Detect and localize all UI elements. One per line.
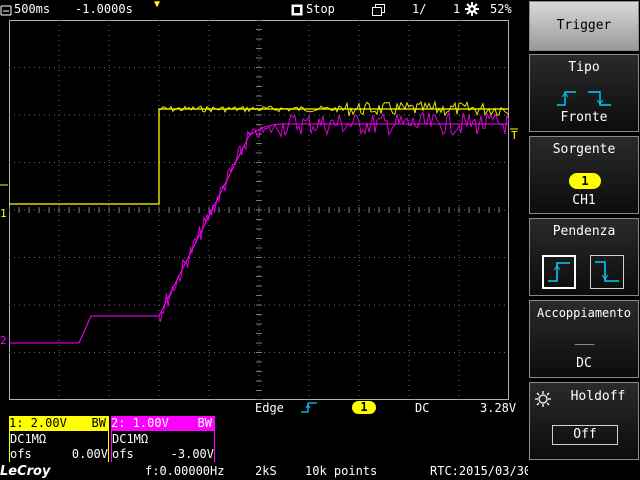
ch1-coupling: DC1MΩ (10, 432, 47, 446)
sample-rate: 2kS (255, 464, 277, 478)
trigger-type: Edge (255, 401, 284, 415)
trigger-info[interactable]: Edge 1 DC 3.28V (255, 401, 525, 417)
graticule (9, 20, 509, 400)
menu-holdoff-button[interactable]: Holdoff Off (529, 382, 639, 460)
bottom-status-bar: LeCroy f:0.00000Hz 2kS 10k points RTC:20… (0, 463, 596, 480)
ch2-scale: 2: 1.00V (111, 416, 169, 430)
ch2-offset-label: ofs (112, 447, 134, 461)
menu-pendenza-button[interactable]: Pendenza (529, 218, 639, 296)
softkey-panel: Trigger Tipo Fronte Sorgente 1 CH1 Pende… (528, 0, 640, 480)
ch2-bw: BW (197, 416, 212, 430)
waveform-display[interactable] (9, 20, 509, 400)
ch2-offset: -3.00V (170, 447, 214, 461)
ch1-waveform (9, 108, 509, 205)
ch1-level-marker[interactable]: 1 (0, 184, 9, 220)
holdoff-value-field[interactable]: Off (552, 425, 618, 445)
falling-slope-icon (595, 261, 619, 282)
ch2-info-box[interactable]: 2: 1.00V BW DC1MΩ ofs -3.00V (111, 416, 215, 462)
top-status-bar: 500ms -1.0000s ▼ Stop 1/ 1 52% (0, 0, 527, 18)
ch1-offset: 0.00V (71, 447, 108, 461)
stop-icon (291, 3, 303, 21)
edge-type-icon (556, 88, 612, 112)
battery-level: 52% (490, 2, 512, 16)
ch1-offset-label: ofs (10, 447, 32, 461)
record-length: 10k points (305, 464, 378, 478)
rising-edge-icon (300, 401, 318, 417)
brand-logo: LeCroy (0, 464, 51, 479)
rising-slope-icon (548, 262, 570, 282)
ch1-scale: 1: 2.00V (9, 416, 67, 430)
settings-icon (465, 2, 479, 21)
sequence-total: 1 (453, 2, 461, 16)
trigger-channel-badge: 1 (352, 401, 376, 414)
ch1-bw: BW (91, 416, 106, 430)
timebase-icon (0, 3, 12, 16)
trigger-level: 3.28V (480, 401, 517, 415)
ch2-coupling: DC1MΩ (112, 432, 149, 446)
delay-readout[interactable]: -1.0000s (75, 0, 133, 18)
source-channel-badge: 1 (569, 173, 601, 189)
menu-sorgente-button[interactable]: Sorgente 1 CH1 (529, 136, 639, 214)
sequence-icon (372, 3, 386, 21)
timebase-readout[interactable]: 500ms (14, 0, 50, 18)
dc-coupling-icon: ___ (574, 331, 595, 345)
ch2-noise-band (158, 111, 509, 322)
slope-falling-option[interactable] (590, 255, 624, 289)
ch2-level-marker[interactable]: 2 (0, 334, 9, 350)
trigger-level-marker[interactable]: T (510, 126, 524, 146)
ch1-info-box[interactable]: 1: 2.00V BW DC1MΩ ofs 0.00V (9, 416, 109, 462)
trigger-position-marker: ▼ (154, 0, 161, 10)
menu-tipo-button[interactable]: Tipo Fronte (529, 54, 639, 132)
menu-accoppiamento-button[interactable]: Accoppiamento ___ DC (529, 300, 639, 378)
frequency-readout: f:0.00000Hz (145, 464, 225, 478)
run-state[interactable]: Stop (306, 0, 335, 18)
slope-rising-option[interactable] (542, 255, 576, 289)
trigger-coupling: DC (415, 401, 430, 415)
menu-trigger-title[interactable]: Trigger (529, 1, 639, 51)
sequence-index: 1/ (412, 2, 427, 16)
